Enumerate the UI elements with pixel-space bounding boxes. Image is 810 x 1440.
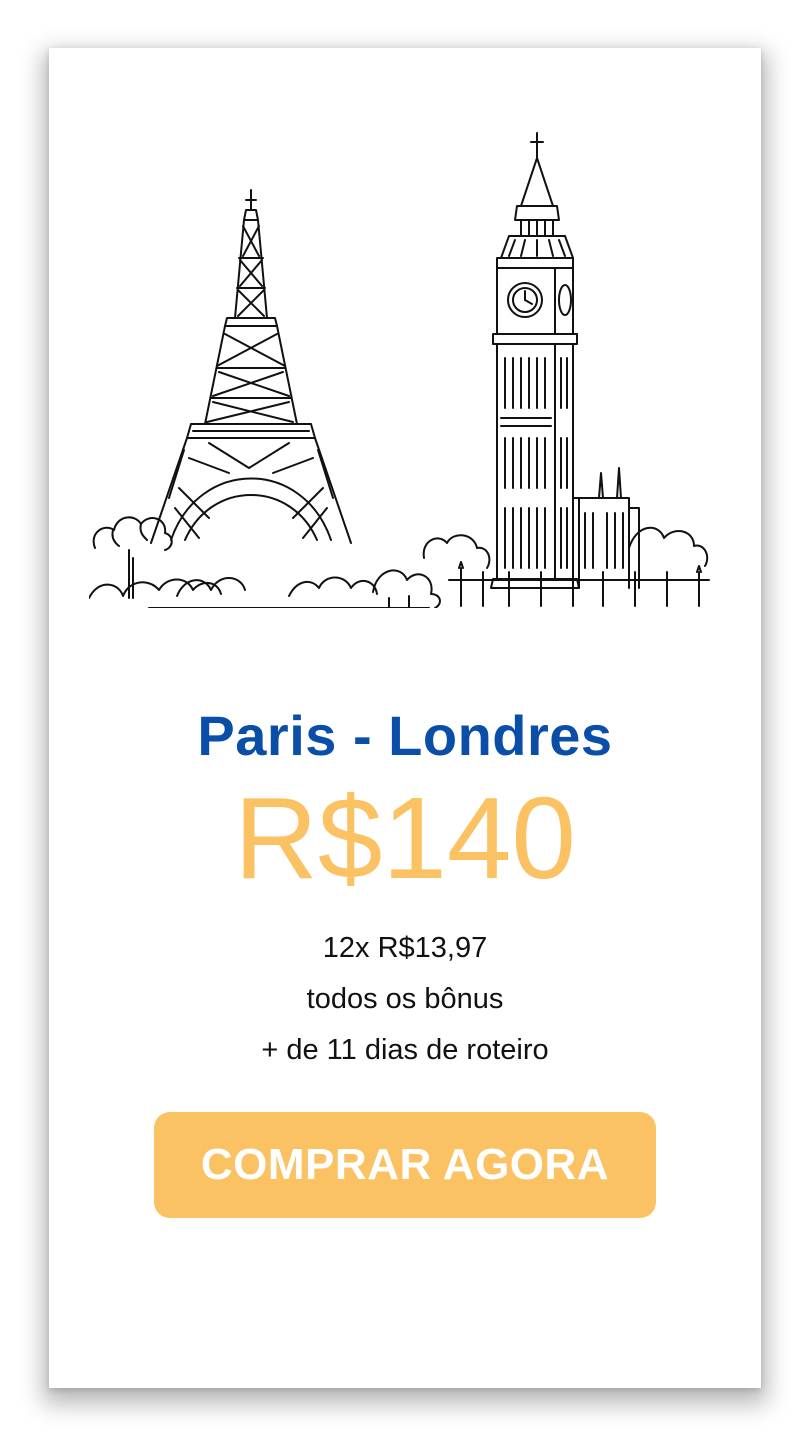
bonus-text: todos os bônus bbox=[306, 983, 504, 1015]
buy-now-button[interactable]: COMPRAR AGORA bbox=[154, 1112, 656, 1218]
route-title: Paris - Londres bbox=[197, 704, 613, 767]
installments-text: 12x R$13,97 bbox=[322, 932, 488, 964]
parliament-icon bbox=[422, 467, 709, 589]
itinerary-text: + de 11 dias de roteiro bbox=[261, 1034, 549, 1066]
landmarks-illustration bbox=[89, 128, 729, 608]
price-value: R$140 bbox=[234, 773, 576, 903]
offer-details: 12x R$13,97 todos os bônus + de 11 dias … bbox=[49, 923, 761, 1076]
big-ben-icon bbox=[490, 132, 580, 589]
eiffel-tower-icon bbox=[150, 189, 352, 544]
trees-icon bbox=[89, 516, 441, 608]
offer-card: Paris - Londres R$140 12x R$13,97 todos … bbox=[49, 48, 761, 1388]
